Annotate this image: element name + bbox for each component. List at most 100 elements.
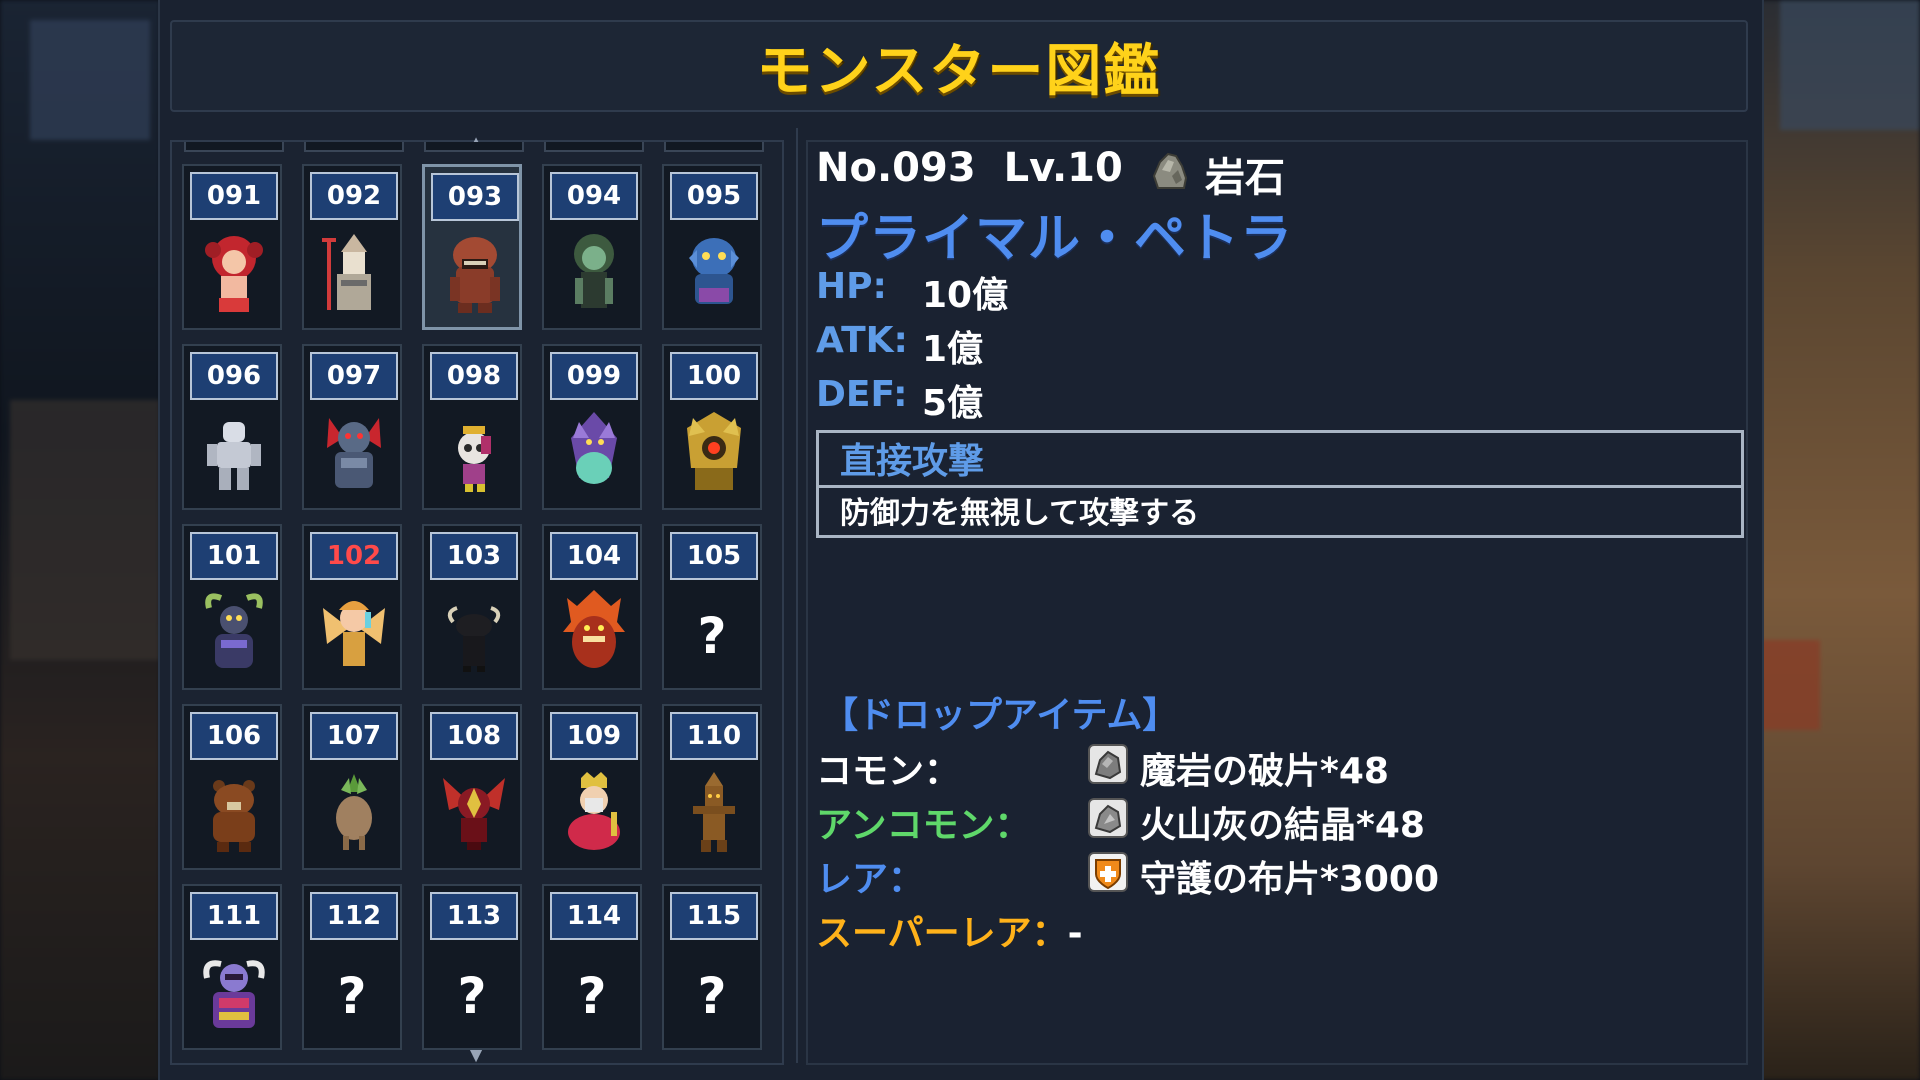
monster-number-badge: 098 <box>430 352 518 400</box>
monster-cell-097[interactable]: 097 <box>302 344 402 510</box>
monster-number-badge: 113 <box>430 892 518 940</box>
unknown-monster-mark: ? <box>577 967 607 1025</box>
monster-cell-105[interactable]: 105? <box>662 524 762 690</box>
monster-number-badge: 092 <box>310 172 398 220</box>
monster-number-badge: 115 <box>670 892 758 940</box>
monster-number-badge: 112 <box>310 892 398 940</box>
title-bar: モンスター図鑑 <box>170 20 1748 112</box>
monster-cell-094[interactable]: 094 <box>542 164 642 330</box>
monster-number-badge: 102 <box>310 532 398 580</box>
background-right <box>1760 0 1920 1080</box>
monster-cell-092[interactable]: 092 <box>302 164 402 330</box>
partial-cell <box>184 142 284 152</box>
monster-number-badge: 107 <box>310 712 398 760</box>
stat-value-atk: 1億 <box>922 329 984 370</box>
monster-number-badge: 106 <box>190 712 278 760</box>
monster-number-badge: 114 <box>550 892 638 940</box>
rock-icon <box>1152 152 1188 189</box>
monster-level: Lv.10 <box>1003 145 1123 191</box>
partial-cell <box>304 142 404 152</box>
rock-crystal-icon <box>1088 798 1128 838</box>
stat-label-hp: HP: <box>816 266 887 307</box>
monster-number-badge: 094 <box>550 172 638 220</box>
monster-cell-107[interactable]: 107 <box>302 704 402 870</box>
monster-cell-110[interactable]: 110 <box>662 704 762 870</box>
horned-knight-sprite <box>203 960 265 1028</box>
monster-number-badge: 097 <box>310 352 398 400</box>
monster-cell-093[interactable]: 093 <box>422 164 522 330</box>
monster-number-badge: 091 <box>190 172 278 220</box>
monster-cell-102[interactable]: 102 <box>302 524 402 690</box>
black-bull-sprite <box>447 606 501 672</box>
monster-cell-091[interactable]: 091 <box>182 164 282 330</box>
monster-cell-115[interactable]: 115? <box>662 884 762 1050</box>
unknown-monster-mark: ? <box>337 967 367 1025</box>
monster-cell-099[interactable]: 099 <box>542 344 642 510</box>
monster-cell-101[interactable]: 101 <box>182 524 282 690</box>
drop-item-rare: 守護の布片*3000 <box>1140 859 1440 900</box>
monster-number-badge: 096 <box>190 352 278 400</box>
stat-label-atk: ATK: <box>816 320 908 361</box>
background-left <box>0 0 160 1080</box>
skill-name: 直接攻撃 <box>840 441 985 482</box>
unknown-monster-mark: ? <box>697 607 727 665</box>
monster-cell-104[interactable]: 104 <box>542 524 642 690</box>
skull-girl-sprite <box>458 426 491 492</box>
mandrake-sprite <box>336 774 372 850</box>
drop-items-header: 【ドロップアイテム】 <box>822 695 1179 736</box>
stat-value-hp: 10億 <box>922 275 1009 316</box>
monster-cell-108[interactable]: 108 <box>422 704 522 870</box>
monster-number-badge: 095 <box>670 172 758 220</box>
partial-cell <box>664 142 764 152</box>
horned-witch-sprite <box>205 593 263 668</box>
page-title: モンスター図鑑 <box>756 38 1162 104</box>
monster-number-badge: 099 <box>550 352 638 400</box>
monster-cell-111[interactable]: 111 <box>182 884 282 1050</box>
element-label: 岩石 <box>1205 155 1285 201</box>
fire-demon-sprite <box>563 590 625 668</box>
monster-cell-100[interactable]: 100 <box>662 344 762 510</box>
drop-rarity-common: コモン： <box>816 751 961 792</box>
winged-angel-sprite <box>323 601 385 666</box>
monster-cell-095[interactable]: 095 <box>662 164 762 330</box>
purple-dragon-sprite <box>571 412 617 484</box>
monster-cell-098[interactable]: 098 <box>422 344 522 510</box>
monster-number: No.093 <box>816 145 976 191</box>
partial-cell <box>424 142 524 152</box>
trident-knight-sprite <box>322 234 371 310</box>
rock-golem-sprite <box>450 237 500 313</box>
monster-cell-103[interactable]: 103 <box>422 524 522 690</box>
drop-item-common: 魔岩の破片*48 <box>1140 751 1389 792</box>
monster-cell-109[interactable]: 109 <box>542 704 642 870</box>
monster-cell-096[interactable]: 096 <box>182 344 282 510</box>
monster-number-badge: 101 <box>190 532 278 580</box>
brown-bear-sprite <box>213 780 255 852</box>
stat-label-def: DEF: <box>816 374 908 415</box>
monster-number-badge: 110 <box>670 712 758 760</box>
partial-cell <box>544 142 644 152</box>
monster-number-badge: 104 <box>550 532 638 580</box>
drop-rarity-rare: レア： <box>816 859 925 900</box>
rock-shard-icon <box>1088 744 1128 784</box>
stat-value-def: 5億 <box>922 383 984 424</box>
skill-description: 防御力を無視して攻撃する <box>840 496 1200 531</box>
monster-cell-114[interactable]: 114? <box>542 884 642 1050</box>
monster-name: プライマル・ペトラ <box>816 209 1294 269</box>
monster-number-badge: 111 <box>190 892 278 940</box>
demon-red-hair-sprite <box>327 418 381 488</box>
drop-rarity-uncommon: アンコモン： <box>816 805 1031 846</box>
red-spider-sprite <box>443 778 505 850</box>
panel-divider <box>796 128 798 1063</box>
golden-beast-sprite <box>687 412 741 490</box>
monster-cell-113[interactable]: 113? <box>422 884 522 1050</box>
monster-number-badge: 093 <box>431 173 519 221</box>
monster-number-badge: 105 <box>670 532 758 580</box>
blue-fish-man-sprite <box>689 238 739 304</box>
drop-item-uncommon: 火山灰の結晶*48 <box>1140 805 1425 846</box>
monster-cell-106[interactable]: 106 <box>182 704 282 870</box>
monster-cell-112[interactable]: 112? <box>302 884 402 1050</box>
red-haired-girl-sprite <box>205 236 263 312</box>
drop-rarity-super-rare: スーパーレア：- <box>816 913 1083 954</box>
green-lady-sprite <box>574 234 614 308</box>
wood-totem-sprite <box>693 772 735 852</box>
